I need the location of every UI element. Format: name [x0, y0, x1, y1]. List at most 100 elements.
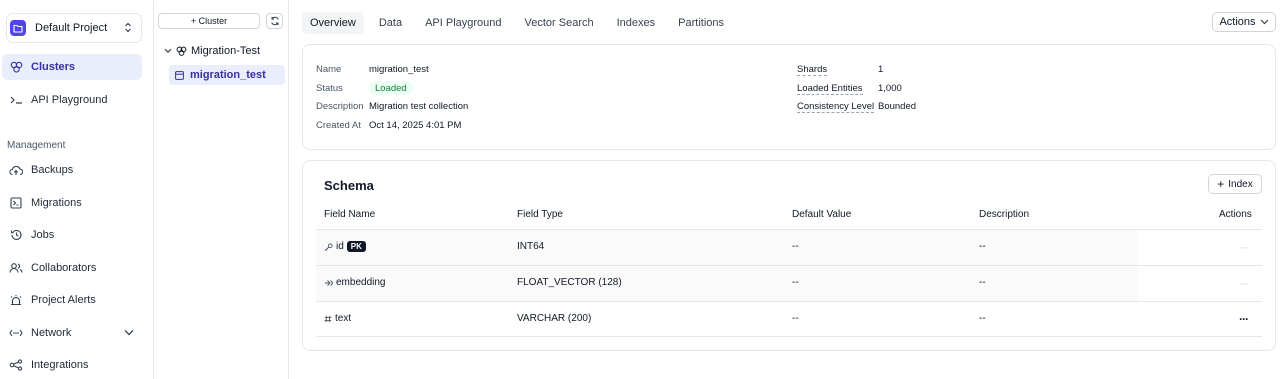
vector-icon	[324, 279, 333, 287]
overview-card: Name migration_test Status Loaded Descri…	[302, 44, 1276, 150]
sidebar-item-label: Backups	[31, 164, 74, 176]
tab-vector-search[interactable]: Vector Search	[517, 12, 602, 34]
tab-data[interactable]: Data	[371, 12, 410, 34]
collection-tabs: Overview Data API Playground Vector Sear…	[302, 12, 739, 34]
plus-icon: +	[1217, 177, 1225, 191]
name-label: Name	[316, 64, 342, 75]
sidebar-item-clusters[interactable]: Clusters	[2, 54, 142, 80]
shards-value: 1	[878, 64, 884, 75]
collection-icon	[175, 70, 184, 80]
default-value-cell: --	[792, 241, 799, 252]
field-name: id	[336, 241, 344, 252]
sidebar-item-label: Clusters	[31, 61, 76, 73]
sidebar-item-backups[interactable]: Backups	[2, 157, 142, 183]
table-row[interactable]: text VARCHAR (200) -- -- ···	[316, 301, 1262, 337]
table-row[interactable]: embedding FLOAT_VECTOR (128) -- -- ···	[316, 265, 1262, 301]
schema-title: Schema	[324, 178, 374, 193]
field-type-cell: INT64	[517, 241, 545, 252]
terminal-icon	[9, 93, 23, 107]
sidebar-item-project-alerts[interactable]: Project Alerts	[2, 287, 142, 313]
more-options-icon: ···	[1239, 276, 1249, 290]
sidebar-item-collaborators[interactable]: Collaborators	[2, 255, 142, 281]
column-header-default-value[interactable]: Default Value	[792, 209, 851, 220]
sidebar-item-label: API Playground	[31, 94, 108, 106]
chevron-down-icon	[164, 48, 172, 54]
add-cluster-button[interactable]: + Cluster	[158, 13, 260, 29]
tab-api-playground[interactable]: API Playground	[417, 12, 509, 34]
consistency-level-label: Consistency Level	[797, 101, 875, 113]
sidebar-item-label: Project Alerts	[31, 294, 96, 306]
refresh-icon	[270, 16, 279, 26]
column-header-description[interactable]: Description	[979, 209, 1029, 220]
column-header-field-type[interactable]: Field Type	[517, 209, 563, 220]
chevron-down-icon	[124, 327, 134, 339]
tab-partitions[interactable]: Partitions	[670, 12, 732, 34]
network-icon	[9, 326, 23, 340]
collection-tree-panel: + Cluster Migration-Test migration_test	[155, 0, 289, 379]
loaded-entities-value: 1,000	[878, 83, 902, 94]
consistency-level-value: Bounded	[878, 101, 917, 112]
actions-label: Actions	[1219, 16, 1256, 28]
integrations-icon	[9, 358, 23, 372]
key-icon	[324, 242, 333, 251]
name-value: migration_test	[369, 64, 429, 75]
sidebar-item-label: Network	[31, 327, 72, 339]
actions-dropdown-button[interactable]: Actions	[1212, 12, 1276, 32]
sidebar-item-integrations[interactable]: Integrations	[2, 352, 142, 378]
field-name-cell: id PK	[324, 241, 366, 252]
clusters-icon	[9, 60, 23, 74]
field-name-cell: text	[324, 313, 351, 324]
default-value-cell: --	[792, 277, 799, 288]
field-type-cell: VARCHAR (200)	[517, 313, 592, 324]
sidebar-item-migrations[interactable]: Migrations	[2, 190, 142, 216]
description-label: Description	[316, 101, 364, 112]
add-index-label: Index	[1228, 178, 1253, 190]
sidebar-item-label: Jobs	[31, 229, 55, 241]
description-value: Migration test collection	[369, 101, 469, 112]
sidebar-item-api-playground[interactable]: API Playground	[2, 87, 142, 113]
tree-node-label: migration_test	[190, 69, 266, 81]
alarm-icon	[9, 293, 23, 307]
description-cell: --	[979, 241, 986, 252]
sidebar-item-label: Collaborators	[31, 262, 97, 274]
column-header-actions: Actions	[1219, 209, 1252, 220]
refresh-button[interactable]	[266, 13, 283, 29]
created-at-value: Oct 14, 2025 4:01 PM	[369, 120, 462, 131]
chevron-down-icon	[1260, 19, 1268, 25]
table-row[interactable]: id PK INT64 -- -- ···	[316, 229, 1262, 265]
tree-node-label: Migration-Test	[191, 45, 261, 57]
field-name: embedding	[336, 277, 386, 288]
section-label-management: Management	[7, 140, 66, 151]
sidebar-item-network[interactable]: Network	[2, 320, 142, 346]
field-name-cell: embedding	[324, 277, 385, 288]
schema-card: Schema + Index Field Name Field Type Def…	[302, 160, 1276, 351]
status-badge: Loaded	[369, 81, 413, 95]
column-header-field-name[interactable]: Field Name	[324, 209, 375, 220]
cluster-icon	[176, 46, 187, 56]
primary-key-badge: PK	[346, 241, 366, 252]
status-label: Status	[316, 83, 343, 94]
project-selector[interactable]: Default Project	[6, 13, 142, 43]
project-name: Default Project	[35, 22, 108, 34]
shards-label: Shards	[797, 64, 828, 76]
migrations-icon	[9, 196, 23, 210]
sidebar-item-label: Integrations	[31, 359, 89, 371]
sidebar-item-jobs[interactable]: Jobs	[2, 222, 142, 248]
loaded-entities-label: Loaded Entities	[797, 83, 863, 95]
history-icon	[9, 228, 23, 242]
tab-overview[interactable]: Overview	[302, 12, 364, 34]
more-options-icon: ···	[1239, 240, 1249, 254]
tab-indexes[interactable]: Indexes	[609, 12, 664, 34]
tree-node-cluster[interactable]: Migration-Test	[164, 45, 260, 57]
more-options-icon[interactable]: ···	[1239, 312, 1249, 326]
created-at-label: Created At	[316, 120, 361, 131]
default-value-cell: --	[792, 313, 799, 324]
chevron-up-down-icon	[124, 22, 132, 36]
add-index-button[interactable]: + Index	[1208, 174, 1262, 194]
tree-node-collection[interactable]: migration_test	[169, 65, 285, 85]
sidebar-item-label: Migrations	[31, 197, 82, 209]
sidebar: Default Project Clusters API Playground …	[0, 0, 154, 379]
description-cell: --	[979, 313, 986, 324]
field-name: text	[335, 313, 352, 324]
field-type-cell: FLOAT_VECTOR (128)	[517, 277, 622, 288]
